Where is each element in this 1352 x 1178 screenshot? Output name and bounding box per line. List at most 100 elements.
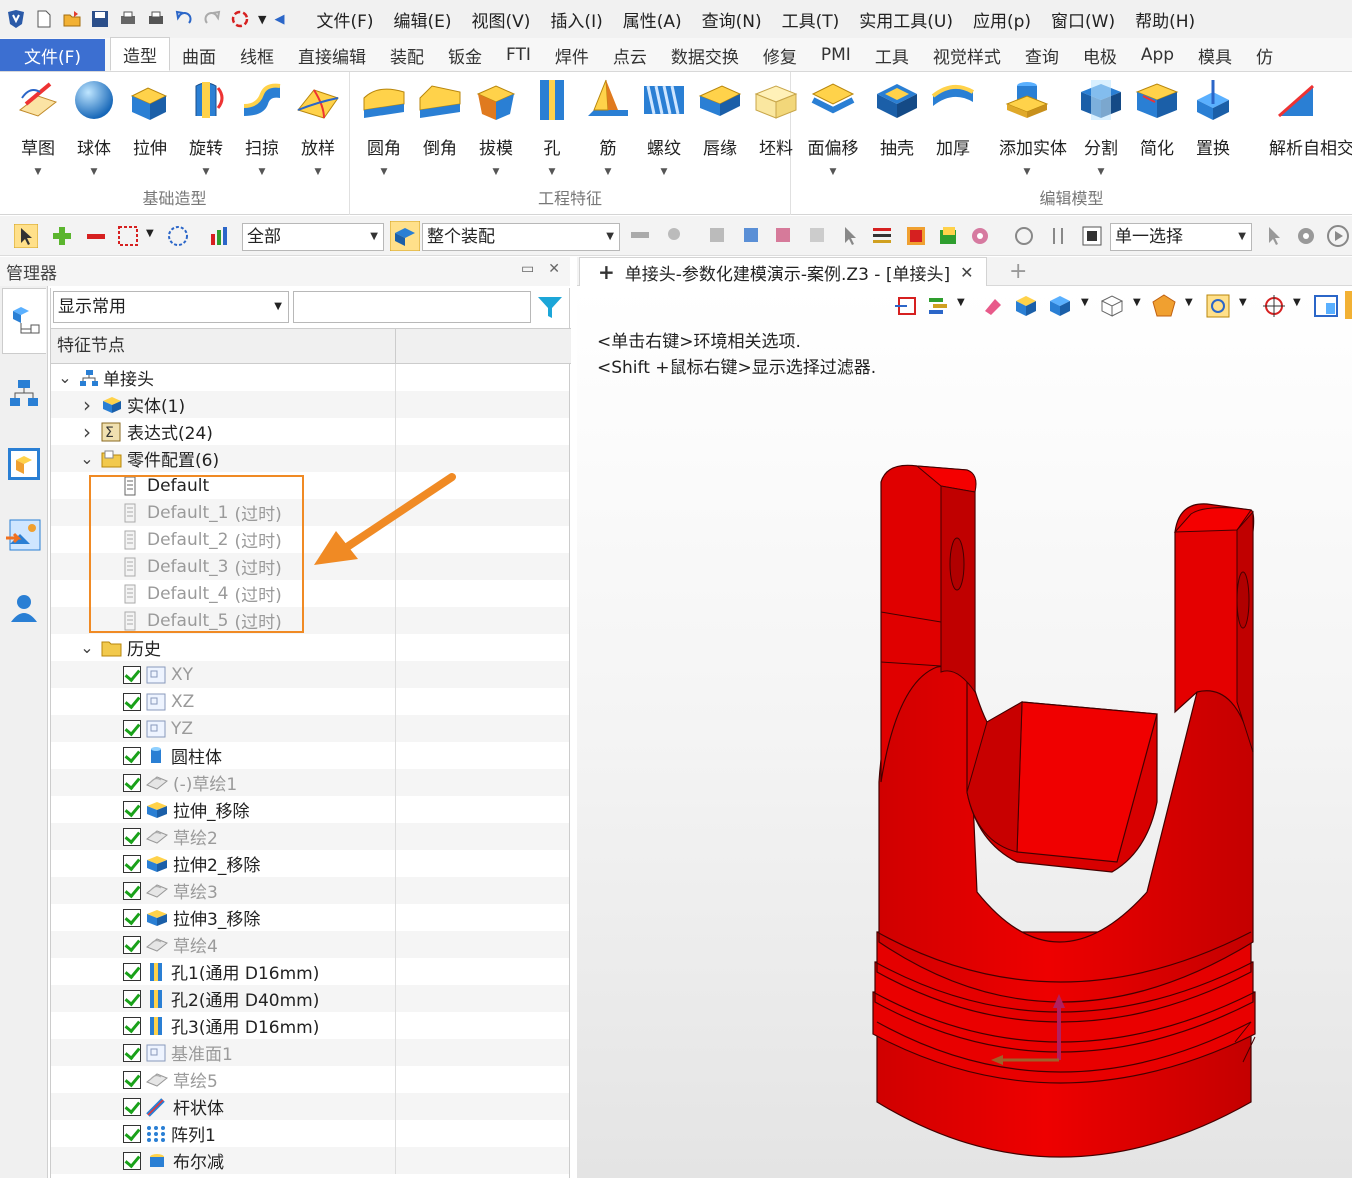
- user-icon[interactable]: [8, 592, 40, 624]
- table-icon[interactable]: [904, 224, 928, 248]
- chevron-down-icon[interactable]: ▼: [1293, 297, 1301, 308]
- menu-window[interactable]: 窗口(W): [1041, 7, 1125, 32]
- ref-component-icon[interactable]: [662, 224, 686, 248]
- tab-repair[interactable]: 修复: [751, 39, 809, 71]
- 3d-viewport[interactable]: ▼ ▼ ▼ ▼ ▼ ▼ <单击右键>环境相关选项. <Shift +鼠标右键>显…: [577, 287, 1352, 1178]
- tab-history-manager[interactable]: [2, 288, 46, 354]
- tab-point-cloud[interactable]: 点云: [601, 39, 659, 71]
- feature-visibility-checkbox[interactable]: [123, 692, 141, 711]
- collapse-left-icon[interactable]: ◀: [274, 12, 284, 27]
- print-icon[interactable]: [118, 9, 138, 29]
- dropdown-arrow-icon[interactable]: ▼: [10, 167, 66, 177]
- menu-help[interactable]: 帮助(H): [1125, 7, 1205, 32]
- tab-pmi[interactable]: PMI: [809, 39, 863, 71]
- regenerate-icon[interactable]: [230, 9, 250, 29]
- menu-tools[interactable]: 工具(T): [772, 7, 850, 32]
- feature-visibility-checkbox[interactable]: [123, 908, 141, 927]
- tab-mold[interactable]: 模具: [1186, 39, 1244, 71]
- settings-badge-icon[interactable]: [968, 224, 992, 248]
- feature-visibility-checkbox[interactable]: [123, 935, 141, 954]
- constraint-icon[interactable]: [1046, 224, 1070, 248]
- tree-row[interactable]: 基准面1: [51, 1039, 569, 1066]
- zoom-fit-icon[interactable]: [1205, 293, 1231, 319]
- feature-visibility-checkbox[interactable]: [123, 719, 141, 738]
- gear-icon[interactable]: [1294, 224, 1318, 248]
- box-select-dropdown-icon[interactable]: ▼: [146, 228, 154, 239]
- feature-visibility-checkbox[interactable]: [123, 827, 141, 846]
- dropdown-arrow-icon[interactable]: ▼: [524, 167, 580, 177]
- menu-attribute[interactable]: 属性(A): [613, 7, 692, 32]
- view-manager-icon[interactable]: [6, 446, 42, 482]
- snap-target-icon[interactable]: [1261, 293, 1287, 319]
- dropdown-arrow-icon[interactable]: ▼: [178, 167, 234, 177]
- feature-visibility-checkbox[interactable]: [123, 1070, 141, 1089]
- split-button[interactable]: 分割 ▼: [1073, 76, 1129, 181]
- search-input[interactable]: [293, 291, 531, 323]
- add-icon[interactable]: [50, 224, 74, 248]
- assembly-select-icon[interactable]: [390, 221, 420, 251]
- chevron-right-icon[interactable]: ›: [79, 393, 95, 417]
- hole-button[interactable]: 孔 ▼: [524, 76, 580, 181]
- tree-row[interactable]: 杆状体: [51, 1093, 569, 1120]
- tree-row[interactable]: › Σ 表达式(24): [51, 418, 569, 445]
- menu-query[interactable]: 查询(N): [692, 7, 772, 32]
- tree-row[interactable]: ⌄ 历史: [51, 634, 569, 661]
- tab-modeling[interactable]: 造型: [110, 37, 170, 71]
- chevron-down-icon[interactable]: ▼: [1239, 297, 1247, 308]
- tab-simulation[interactable]: 仿: [1244, 39, 1285, 71]
- save-icon[interactable]: [90, 9, 110, 29]
- menu-insert[interactable]: 插入(I): [540, 7, 612, 32]
- assembly-tool-4-icon[interactable]: [806, 224, 830, 248]
- filter-color-icon[interactable]: [208, 224, 232, 248]
- thicken-button[interactable]: 加厚: [925, 76, 981, 181]
- tab-assembly[interactable]: 装配: [378, 39, 436, 71]
- feature-visibility-checkbox[interactable]: [123, 665, 141, 684]
- chevron-right-icon[interactable]: ›: [79, 420, 95, 444]
- view-orientation-icon[interactable]: [1151, 293, 1177, 319]
- tree-row[interactable]: ⌄ 单接头: [51, 364, 569, 391]
- menu-apps[interactable]: 应用(p): [963, 7, 1041, 32]
- filter-dropdown[interactable]: 全部 ▼: [242, 223, 384, 251]
- window-layout-icon[interactable]: [1313, 293, 1339, 319]
- new-file-icon[interactable]: [34, 9, 54, 29]
- feature-visibility-checkbox[interactable]: [123, 800, 141, 819]
- image-import-icon[interactable]: [6, 518, 42, 554]
- feature-visibility-checkbox[interactable]: [123, 746, 141, 765]
- redo-icon[interactable]: [202, 9, 222, 29]
- tree-row[interactable]: 圆柱体: [51, 742, 569, 769]
- menu-file[interactable]: 文件(F): [306, 7, 383, 32]
- chevron-down-icon[interactable]: ▼: [957, 297, 965, 308]
- column-secondary[interactable]: [396, 329, 571, 363]
- exit-icon[interactable]: [895, 295, 919, 317]
- rotate-icon[interactable]: [1012, 224, 1036, 248]
- add-solid-button[interactable]: 添加实体 ▼: [999, 76, 1067, 181]
- shell-button[interactable]: 抽壳: [869, 76, 925, 181]
- dropdown-arrow-icon[interactable]: ▼: [66, 167, 122, 177]
- chamfer-button[interactable]: 倒角: [412, 76, 468, 181]
- list-icon[interactable]: [870, 224, 894, 248]
- panel-pin-icon[interactable]: ▭: [521, 261, 534, 277]
- assembly-scope-dropdown[interactable]: 整个装配 ▼: [422, 223, 620, 251]
- box-select-icon[interactable]: [116, 224, 140, 248]
- tree-row[interactable]: 草绘5: [51, 1066, 569, 1093]
- tree-row[interactable]: 孔3(通用 D16mm): [51, 1012, 569, 1039]
- tree-row[interactable]: 草绘3: [51, 877, 569, 904]
- chevron-down-icon[interactable]: ▼: [1081, 297, 1089, 308]
- tab-surface[interactable]: 曲面: [170, 39, 228, 71]
- tree-row[interactable]: XZ: [51, 688, 569, 715]
- tree-row[interactable]: 阵列1: [51, 1120, 569, 1147]
- self-intersect-button[interactable]: 解析自相交: [1269, 76, 1352, 181]
- chevron-down-icon[interactable]: ⌄: [79, 638, 95, 657]
- play-icon[interactable]: [1326, 224, 1350, 248]
- close-icon[interactable]: ✕: [548, 261, 560, 277]
- tab-direct-edit[interactable]: 直接编辑: [286, 39, 378, 71]
- simplify-button[interactable]: 简化: [1129, 76, 1185, 181]
- tab-fti[interactable]: FTI: [494, 39, 543, 71]
- tree-row[interactable]: 孔2(通用 D40mm): [51, 985, 569, 1012]
- pointer-icon[interactable]: [838, 224, 862, 248]
- chevron-down-icon[interactable]: ▼: [1185, 297, 1193, 308]
- replace-button[interactable]: 置换: [1185, 76, 1241, 181]
- clevis-3d-model[interactable]: [857, 452, 1297, 1172]
- remove-icon[interactable]: [84, 224, 108, 248]
- feature-visibility-checkbox[interactable]: [123, 989, 141, 1008]
